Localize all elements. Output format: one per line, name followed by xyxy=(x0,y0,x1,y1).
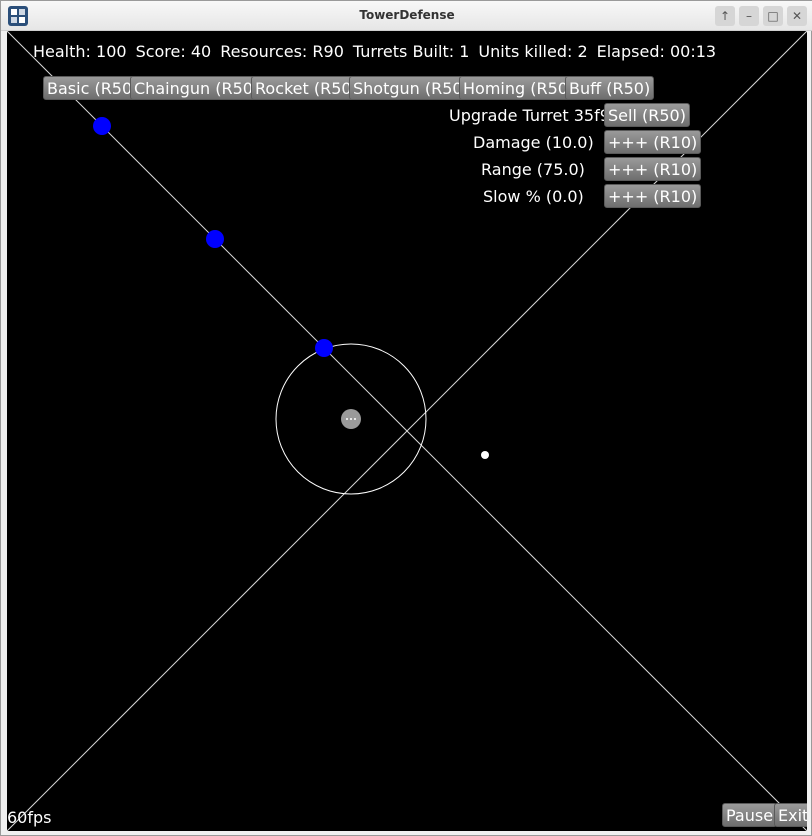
fps-counter: 60fps xyxy=(7,808,52,827)
game-canvas[interactable]: Health: 100 Score: 40 Resources: R90 Turret… xyxy=(7,31,807,831)
enemy-unit xyxy=(315,339,333,357)
upgrade-range-button[interactable]: +++ (R10) xyxy=(604,157,702,181)
turret-dot xyxy=(350,418,352,420)
units-killed-stat: Units killed: 2 xyxy=(478,42,588,61)
damage-label: Damage (10.0) xyxy=(473,133,594,152)
exit-button[interactable]: Exit xyxy=(774,803,807,827)
build-rocket-button[interactable]: Rocket (R50) xyxy=(251,76,362,100)
upgrade-damage-button[interactable]: +++ (R10) xyxy=(604,130,702,154)
window-close-icon[interactable]: ✕ xyxy=(787,6,807,26)
slow-label: Slow % (0.0) xyxy=(483,187,584,206)
health-stat: Health: 100 xyxy=(33,42,127,61)
build-basic-button[interactable]: Basic (R50) xyxy=(43,76,143,100)
resources-stat: Resources: R90 xyxy=(220,42,344,61)
window-maximize-icon[interactable]: □ xyxy=(763,6,783,26)
app-window: TowerDefense ↑ – □ ✕ Health: 100 Score: 4… xyxy=(0,0,812,836)
hud-stats: Health: 100 Score: 40 Resources: R90 Turret… xyxy=(33,42,725,61)
title-bar[interactable]: TowerDefense ↑ – □ ✕ xyxy=(1,1,812,31)
upgrade-turret-title: Upgrade Turret 35f95 xyxy=(449,106,621,125)
turret-dot xyxy=(346,418,348,420)
build-shotgun-button[interactable]: Shotgun (R50) xyxy=(349,76,473,100)
enemy-unit xyxy=(206,230,224,248)
build-buff-button[interactable]: Buff (R50) xyxy=(565,76,655,100)
build-homing-button[interactable]: Homing (R50) xyxy=(459,76,579,100)
window-up-icon[interactable]: ↑ xyxy=(715,6,735,26)
pause-button[interactable]: Pause xyxy=(722,803,778,827)
window-title: TowerDefense xyxy=(359,8,455,22)
elapsed-stat: Elapsed: 00:13 xyxy=(596,42,717,61)
turrets-built-stat: Turrets Built: 1 xyxy=(352,42,470,61)
score-stat: Score: 40 xyxy=(135,42,212,61)
window-minimize-icon[interactable]: – xyxy=(739,6,759,26)
turret-dot xyxy=(354,418,356,420)
sell-turret-button[interactable]: Sell (R50) xyxy=(604,103,690,127)
projectile xyxy=(481,451,489,459)
range-label: Range (75.0) xyxy=(481,160,585,179)
enemy-unit xyxy=(93,117,111,135)
build-chaingun-button[interactable]: Chaingun (R50) xyxy=(130,76,264,100)
upgrade-slow-button[interactable]: +++ (R10) xyxy=(604,184,702,208)
